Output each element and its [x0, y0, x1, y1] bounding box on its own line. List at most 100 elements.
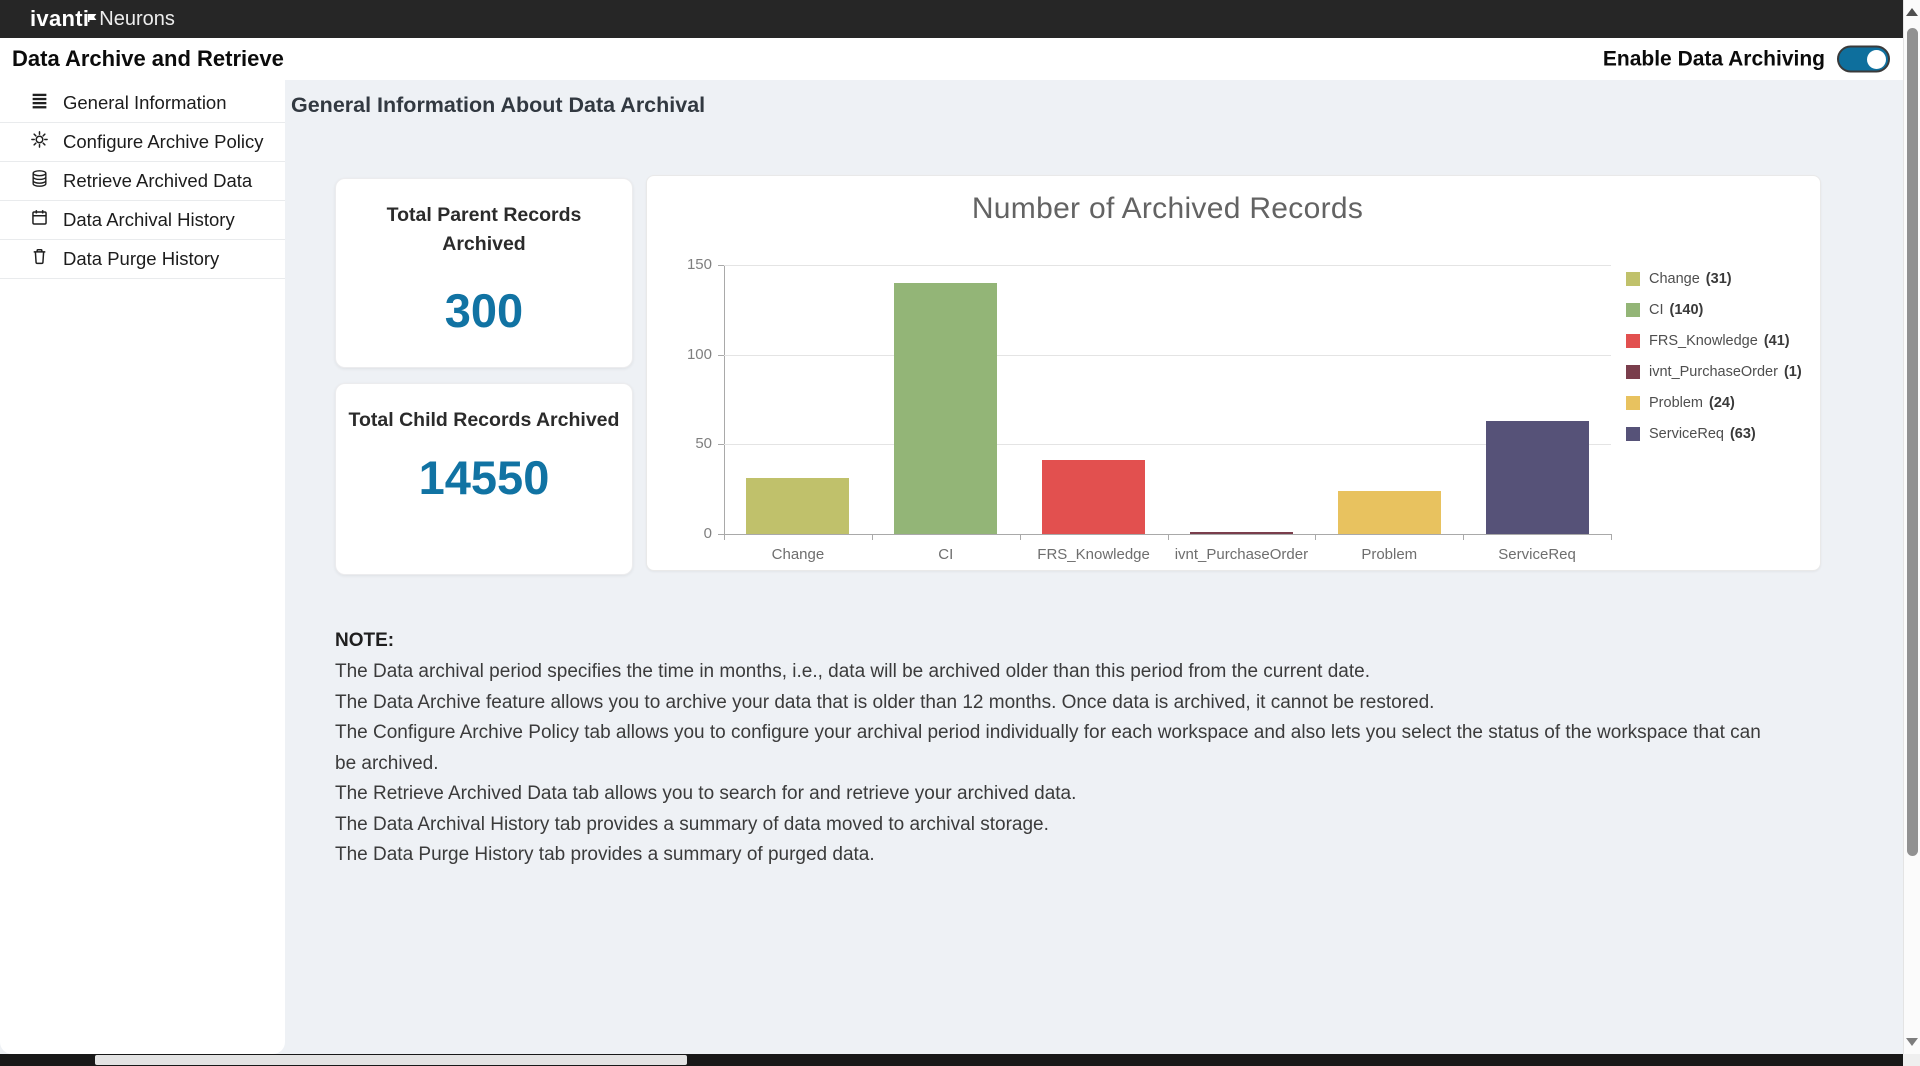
- note-line: The Data Archival History tab provides a…: [335, 810, 1765, 841]
- sidebar-menu: General Information Configure Archive Pol…: [0, 80, 285, 279]
- legend-item-servicereq[interactable]: ServiceReq (63): [1626, 426, 1756, 442]
- enable-archiving-toggle[interactable]: [1837, 46, 1890, 73]
- x-tick-label: ServiceReq: [1463, 546, 1611, 563]
- parent-card-value: 300: [348, 283, 620, 338]
- x-tick-label: Change: [724, 546, 872, 563]
- bar-servicereq: [1486, 421, 1589, 534]
- note-line: The Configure Archive Policy tab allows …: [335, 718, 1765, 779]
- bar-change: [746, 478, 849, 534]
- sidebar-item-general-information[interactable]: General Information: [0, 84, 285, 123]
- total-parent-records-card: Total Parent Records Archived 300: [335, 178, 633, 368]
- child-card-title: Total Child Records Archived: [344, 406, 624, 435]
- horizontal-scrollbar[interactable]: [0, 1054, 1920, 1066]
- scroll-down-arrow-icon[interactable]: [1906, 1038, 1918, 1046]
- brand-text: ivanti: [30, 6, 89, 31]
- sidebar-item-data-archival-history[interactable]: Data Archival History: [0, 201, 285, 240]
- calendar-icon: [30, 208, 49, 232]
- note-line: The Data archival period specifies the t…: [335, 657, 1765, 688]
- x-tick: [1611, 534, 1612, 540]
- legend-count: (31): [1706, 271, 1732, 287]
- x-tick: [1020, 534, 1021, 540]
- vertical-scrollbar-thumb[interactable]: [1907, 28, 1918, 856]
- legend-count: (140): [1670, 302, 1704, 318]
- x-tick-label: ivnt_PurchaseOrder: [1168, 546, 1316, 563]
- y-axis-line: [724, 265, 725, 534]
- gear-icon: [30, 130, 49, 154]
- note-line: The Data Purge History tab provides a su…: [335, 840, 1765, 871]
- y-tick-label: 150: [668, 256, 712, 273]
- legend-item-ci[interactable]: CI (140): [1626, 302, 1703, 318]
- legend-name: CI: [1649, 302, 1664, 318]
- menu-icon: [30, 91, 49, 115]
- note-lines: The Data archival period specifies the t…: [335, 657, 1765, 871]
- legend-count: (41): [1764, 333, 1790, 349]
- total-child-records-card: Total Child Records Archived 14550: [335, 383, 633, 575]
- legend-name: Change: [1649, 271, 1700, 287]
- legend-count: (24): [1709, 395, 1735, 411]
- sidebar-item-label: Data Purge History: [63, 248, 219, 270]
- section-heading: General Information About Data Archival: [291, 93, 705, 118]
- bar-problem: [1338, 491, 1441, 534]
- scroll-up-arrow-icon[interactable]: [1906, 8, 1918, 16]
- gridline: [724, 355, 1611, 356]
- x-tick: [872, 534, 873, 540]
- x-tick: [1315, 534, 1316, 540]
- legend-swatch-icon: [1626, 396, 1640, 410]
- trash-icon: [30, 247, 49, 271]
- sidebar-item-label: General Information: [63, 92, 227, 114]
- product-name: Neurons: [99, 8, 175, 31]
- sidebar-item-label: Data Archival History: [63, 209, 235, 231]
- note-line: The Data Archive feature allows you to a…: [335, 688, 1765, 719]
- toggle-knob: [1867, 50, 1886, 69]
- archiving-toggle-group: Enable Data Archiving: [1603, 46, 1890, 73]
- page-title: Data Archive and Retrieve: [12, 46, 284, 72]
- archived-records-chart: Number of Archived Records 0 50 100 150 Chan…: [646, 175, 1821, 571]
- chart-title: Number of Archived Records: [724, 192, 1611, 226]
- page-header: Data Archive and Retrieve Enable Data Ar…: [0, 38, 1920, 80]
- sidebar-item-retrieve-archived-data[interactable]: Retrieve Archived Data: [0, 162, 285, 201]
- x-tick-label: Problem: [1315, 546, 1463, 563]
- bar-ci: [894, 283, 997, 534]
- sidebar-item-configure-archive-policy[interactable]: Configure Archive Policy: [0, 123, 285, 162]
- sidebar-item-data-purge-history[interactable]: Data Purge History: [0, 240, 285, 279]
- top-app-bar: ivanti Neurons: [0, 0, 1920, 38]
- ivanti-flag-icon: [88, 2, 97, 28]
- legend-item-ivnt_purchaseorder[interactable]: ivnt_PurchaseOrder(1): [1626, 364, 1802, 380]
- y-tick-label: 0: [668, 525, 712, 542]
- bar-frs_knowledge: [1042, 460, 1145, 534]
- legend-count: (1): [1784, 364, 1802, 380]
- y-tick-label: 50: [668, 435, 712, 452]
- bar-ivnt_purchaseorder: [1190, 532, 1293, 534]
- child-card-value: 14550: [344, 450, 624, 505]
- y-tick: [718, 265, 724, 266]
- note-line: The Retrieve Archived Data tab allows yo…: [335, 779, 1765, 810]
- legend-swatch-icon: [1626, 334, 1640, 348]
- x-tick-label: FRS_Knowledge: [1020, 546, 1168, 563]
- sidebar-item-label: Retrieve Archived Data: [63, 170, 252, 192]
- scrollbar-corner: [1903, 1054, 1920, 1066]
- legend-name: ServiceReq: [1649, 426, 1724, 442]
- vertical-scrollbar[interactable]: [1903, 0, 1920, 1054]
- y-tick: [718, 355, 724, 356]
- x-tick-label: CI: [872, 546, 1020, 563]
- x-tick: [724, 534, 725, 540]
- legend-swatch-icon: [1626, 427, 1640, 441]
- legend-item-frs_knowledge[interactable]: FRS_Knowledge(41): [1626, 333, 1790, 349]
- note-section: NOTE: The Data archival period specifies…: [335, 625, 1765, 871]
- legend-item-problem[interactable]: Problem (24): [1626, 395, 1735, 411]
- legend-swatch-icon: [1626, 303, 1640, 317]
- sidebar-item-label: Configure Archive Policy: [63, 131, 264, 153]
- x-tick: [1168, 534, 1169, 540]
- legend-swatch-icon: [1626, 365, 1640, 379]
- y-tick-label: 100: [668, 346, 712, 363]
- legend-count: (63): [1730, 426, 1756, 442]
- horizontal-scrollbar-thumb[interactable]: [95, 1055, 687, 1065]
- parent-card-title: Total Parent Records Archived: [348, 201, 620, 259]
- legend-item-change[interactable]: Change (31): [1626, 271, 1732, 287]
- sidebar-nav: General Information Configure Archive Pol…: [0, 80, 285, 1054]
- ivanti-logo: ivanti: [30, 6, 89, 32]
- gridline: [724, 265, 1611, 266]
- database-icon: [30, 169, 49, 193]
- legend-name: Problem: [1649, 395, 1703, 411]
- x-tick: [1463, 534, 1464, 540]
